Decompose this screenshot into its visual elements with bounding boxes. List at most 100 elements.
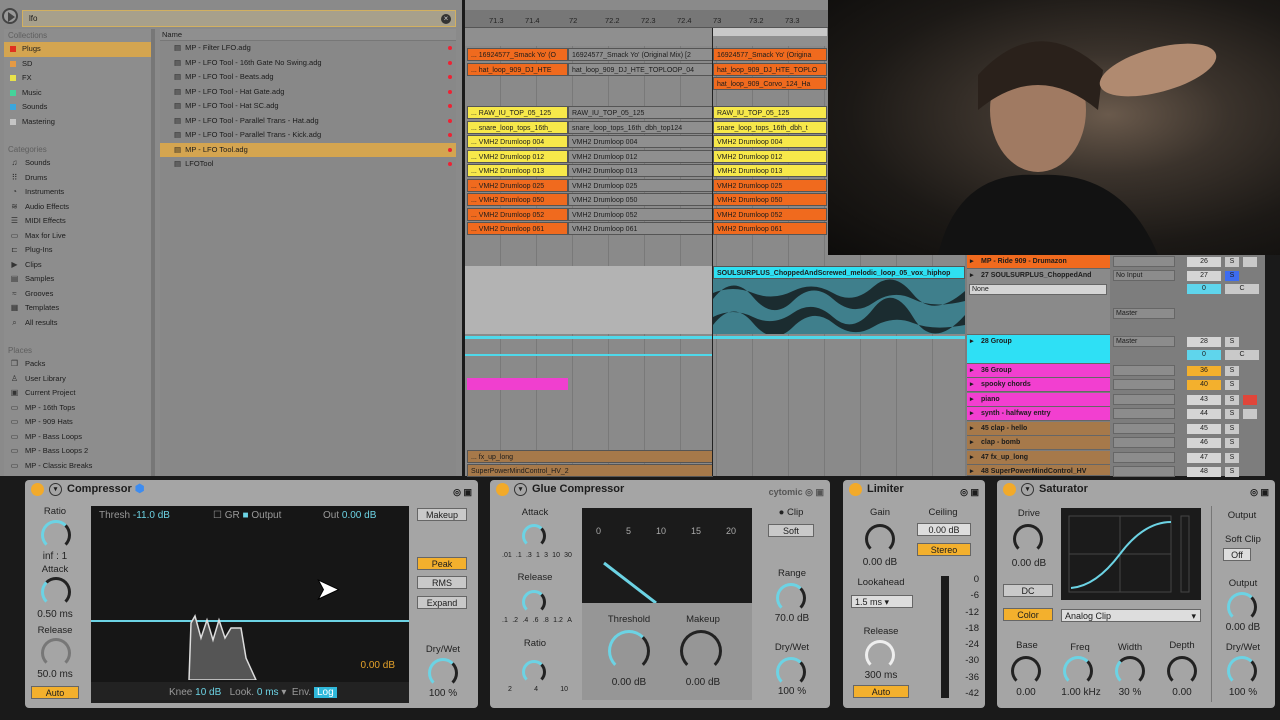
attack-knob[interactable] [522, 524, 546, 548]
category-item[interactable]: ≋ Audio Effects [4, 200, 151, 215]
track-io-slot[interactable] [1113, 452, 1175, 463]
attack-knob[interactable] [41, 577, 71, 607]
record-arm-icon[interactable] [1243, 395, 1257, 405]
arrangement-clip[interactable]: VMH2 Drumloop 050 [568, 193, 713, 206]
category-item[interactable]: ▶ Clips [4, 258, 151, 273]
place-item[interactable]: ▭ MP - Classic Breaks [4, 459, 151, 474]
makeup-button[interactable]: Makeup [417, 508, 467, 521]
collection-item[interactable]: SD [4, 57, 151, 72]
track-io-slot[interactable] [1113, 365, 1175, 376]
arrangement-clip[interactable]: VMH2 Drumloop 012 [713, 149, 827, 163]
arrangement-clip[interactable]: VMH2 Drumloop 052 [568, 207, 713, 221]
arrangement-clip[interactable]: VMH2 Drumloop 012 [568, 149, 713, 163]
arrangement-clip[interactable]: ... VMH2 Drumloop 012 [467, 149, 568, 163]
arrangement-clip[interactable]: VMH2 Drumloop 061 [713, 222, 827, 235]
track-header[interactable]: 48 SuperPowerMindControl_HV [967, 465, 1110, 478]
solo-button[interactable]: S [1225, 366, 1239, 376]
collection-item[interactable]: Mastering [4, 115, 151, 130]
solo-button[interactable]: S [1225, 337, 1239, 347]
track-header[interactable]: 47 fx_up_long [967, 451, 1110, 465]
search-input[interactable]: lfo × [22, 10, 456, 27]
category-item[interactable]: ◔ Instruments [4, 185, 151, 200]
track-header[interactable]: 36 Group [967, 364, 1110, 378]
file-item[interactable]: ▤ MP - LFO Tool - Beats.adg [160, 70, 456, 85]
track-activator[interactable]: 48 [1187, 467, 1221, 477]
arrangement-clip[interactable]: VMH2 Drumloop 025 [713, 178, 827, 192]
arrangement-clip[interactable]: ... RAW_IU_TOP_05_125 [467, 106, 568, 119]
arrangement-clip[interactable]: snare_loop_tops_16th_dbh_t [713, 120, 827, 134]
category-item[interactable]: ⌕ All results [4, 316, 151, 331]
solo-button[interactable]: S [1225, 257, 1239, 267]
device-power-icon[interactable] [1003, 483, 1016, 496]
drywet-knob[interactable] [1227, 656, 1257, 686]
track-activator[interactable]: 45 [1187, 424, 1221, 434]
stereo-button[interactable]: Stereo [917, 543, 971, 556]
place-item[interactable]: ❒ Packs [4, 357, 151, 372]
audio-clip-header[interactable]: SOULSURPLUS_ChoppedAndScrewed_melodic_lo… [713, 266, 965, 279]
arrangement-clip[interactable]: hat_loop_909_Corvo_124_Ha [713, 77, 827, 90]
track-io-slot[interactable] [1113, 423, 1175, 434]
place-item[interactable]: ▭ MP - 16th Tops [4, 401, 151, 416]
release-knob[interactable] [41, 638, 71, 668]
track-header[interactable]: piano [967, 393, 1110, 407]
file-item[interactable]: ▤ MP - LFO Tool - Parallel Trans - Hat.ad… [160, 114, 456, 129]
arrangement-clip[interactable]: ... VMH2 Drumloop 050 [467, 193, 568, 206]
arrangement-clip[interactable]: RAW_IU_TOP_05_125 [713, 106, 827, 119]
file-item[interactable]: ▤ LFOTool [160, 157, 456, 172]
loop-region[interactable] [713, 28, 827, 36]
lookahead-dropdown[interactable]: 1.5 ms ▾ [851, 595, 913, 608]
track-activator[interactable]: 43 [1187, 395, 1221, 405]
category-item[interactable]: ▦ Templates [4, 301, 151, 316]
arrangement-clip[interactable]: VMH2 Drumloop 025 [568, 178, 713, 192]
category-item[interactable]: ≈ Grooves [4, 287, 151, 302]
output-toggle[interactable]: ■ [243, 510, 249, 521]
ratio-knob[interactable] [522, 660, 546, 684]
file-item[interactable]: ▤ MP - LFO Tool - Parallel Trans - Kick.a… [160, 128, 456, 143]
track-io-slot[interactable]: Master [1113, 336, 1175, 347]
peak-button[interactable]: Peak [417, 557, 467, 570]
arrangement-clip[interactable]: VMH2 Drumloop 050 [713, 193, 827, 206]
collection-item[interactable]: Music [4, 86, 151, 101]
track-activator[interactable]: 27 [1187, 271, 1221, 281]
track-io-slot[interactable] [1113, 466, 1175, 477]
solo-button[interactable]: S [1225, 395, 1239, 405]
drive-knob[interactable] [1013, 524, 1043, 554]
file-item[interactable]: ▤ MP - LFO Tool.adg [160, 142, 456, 157]
category-item[interactable]: ⠿ Drums [4, 171, 151, 186]
arrangement-clip[interactable]: 16924577_Smack Yo' (Original Mix) [2 [568, 48, 713, 61]
arrangement-clip[interactable]: ... 16924577_Smack Yo' (O [467, 48, 568, 61]
category-item[interactable]: ☰ MIDI Effects [4, 214, 151, 229]
file-item[interactable]: ▤ MP - LFO Tool - Hat Gate.adg [160, 85, 456, 100]
arrangement-clip[interactable]: ... VMH2 Drumloop 004 [467, 135, 568, 148]
auto-release-button[interactable]: Auto [31, 686, 79, 699]
track-io-slot[interactable] [1113, 379, 1175, 390]
fold-icon[interactable]: ▾ [49, 483, 62, 496]
gain-knob[interactable] [865, 524, 895, 554]
category-item[interactable]: ▤ Samples [4, 272, 151, 287]
pan-field[interactable]: 0 [1187, 350, 1221, 360]
track-header[interactable]: 27 SOULSURPLUS_ChoppedAnd [967, 269, 1110, 335]
track-header[interactable]: 28 Group [967, 335, 1110, 364]
audio-waveform[interactable] [713, 279, 965, 337]
arrangement-clip[interactable]: ... VMH2 Drumloop 061 [467, 222, 568, 235]
soft-clip-button[interactable]: Soft [768, 524, 814, 537]
arrangement-clip[interactable]: VMH2 Drumloop 013 [568, 164, 713, 177]
makeup-knob[interactable] [680, 630, 722, 672]
track-activator[interactable]: 46 [1187, 438, 1221, 448]
rms-button[interactable]: RMS [417, 576, 467, 589]
arrangement-clip[interactable]: VMH2 Drumloop 013 [713, 164, 827, 177]
file-item[interactable]: ▤ MP - LFO Tool - 16th Gate No Swing.adg [160, 56, 456, 71]
collection-item[interactable]: Plugs [4, 42, 151, 57]
range-knob[interactable] [776, 583, 806, 613]
place-item[interactable]: ▭ MP - 909 Hats [4, 415, 151, 430]
track-header[interactable]: spooky chords [967, 378, 1110, 392]
ceiling-field[interactable]: 0.00 dB [917, 523, 971, 536]
track-io-slot[interactable] [1113, 394, 1175, 405]
arrangement-clip[interactable]: RAW_IU_TOP_05_125 [568, 106, 713, 119]
arrangement-clip[interactable]: ... hat_loop_909_DJ_HTE [467, 62, 568, 76]
device-header-icons[interactable]: ◎ ▣ [960, 483, 979, 501]
input-channel-dropdown[interactable]: None [969, 284, 1107, 295]
arrangement-clip[interactable]: ... snare_loop_tops_16th_ [467, 120, 568, 134]
drywet-knob[interactable] [776, 657, 806, 687]
track-header[interactable]: MP - Ride 909 - Drumazon [967, 255, 1110, 269]
